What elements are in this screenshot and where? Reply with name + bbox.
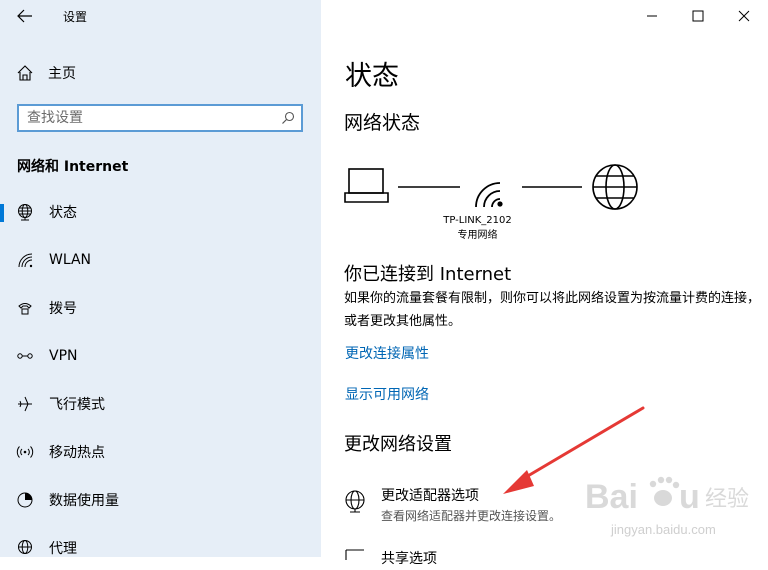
globe-icon <box>16 539 34 557</box>
page-title: 状态 <box>345 61 399 92</box>
sidebar-item-label: 飞行模式 <box>49 397 105 413</box>
sidebar-item-label: WLAN <box>49 252 92 268</box>
sidebar-item-label: 代理 <box>49 541 77 557</box>
minimize-icon[interactable] <box>629 2 675 30</box>
sidebar-item-proxy[interactable]: 代理 <box>0 528 321 568</box>
sidebar-item-airplane-mode[interactable]: 飞行模式 <box>0 384 321 424</box>
watermark-brand: u <box>679 478 700 516</box>
sidebar-item-status[interactable]: 状态 <box>0 192 321 232</box>
connection-status-description: 如果你的流量套餐有限制，则你可以将此网络设置为按流量计费的连接，或者更改其他属性… <box>344 291 761 329</box>
adapter-icon <box>345 490 365 513</box>
vpn-icon <box>16 347 34 365</box>
option-label: 更改适配器选项 <box>381 488 479 504</box>
dialup-icon <box>16 299 34 317</box>
hotspot-icon <box>16 443 34 461</box>
search-box[interactable] <box>17 104 303 132</box>
close-icon[interactable] <box>721 2 767 30</box>
sidebar-item-label: VPN <box>49 348 78 364</box>
paw-icon <box>649 476 680 506</box>
window-title: 设置 <box>63 10 88 24</box>
network-status-heading: 网络状态 <box>344 112 421 134</box>
network-name: TP-LINK_2102 <box>443 215 512 226</box>
option-description: 查看网络适配器并更改连接设置。 <box>381 509 562 523</box>
network-type: 专用网络 <box>457 230 498 241</box>
sidebar-item-label: 拨号 <box>49 301 77 317</box>
data-usage-icon <box>16 491 34 509</box>
back-arrow-icon[interactable] <box>14 6 36 26</box>
globe-icon <box>16 203 34 221</box>
sidebar-item-data-usage[interactable]: 数据使用量 <box>0 480 321 520</box>
wifi-signal-icon <box>475 182 503 208</box>
sharing-icon <box>345 549 364 560</box>
sidebar-section-title: 网络和 Internet <box>17 159 129 175</box>
sidebar-item-label: 移动热点 <box>49 445 105 461</box>
airplane-icon <box>16 395 34 413</box>
sidebar-item-dialup[interactable]: 拨号 <box>0 288 321 328</box>
watermark-url: jingyan.baidu.com <box>610 522 716 537</box>
change-connection-properties-link[interactable]: 更改连接属性 <box>345 343 429 363</box>
maximize-icon[interactable] <box>675 2 721 30</box>
show-available-networks-link[interactable]: 显示可用网络 <box>345 384 429 404</box>
wifi-icon <box>16 251 34 269</box>
change-network-settings-heading: 更改网络设置 <box>344 434 452 455</box>
sidebar-item-home[interactable]: 主页 <box>16 62 76 84</box>
connection-status-title: 你已连接到 Internet <box>344 264 512 285</box>
watermark-brand-cn: 经验 <box>705 487 749 512</box>
laptop-icon <box>344 168 389 203</box>
globe-internet-icon <box>592 164 638 210</box>
sidebar-item-vpn[interactable]: VPN <box>0 336 321 376</box>
home-label: 主页 <box>48 66 76 82</box>
sidebar-item-mobile-hotspot[interactable]: 移动热点 <box>0 432 321 472</box>
sidebar-item-wlan[interactable]: WLAN <box>0 240 321 280</box>
sidebar-item-label: 数据使用量 <box>49 493 119 509</box>
home-icon <box>17 65 33 81</box>
search-input[interactable] <box>27 109 267 127</box>
watermark-logo: Bai u 经验 jingyan.baidu.com <box>585 476 749 537</box>
option-label: 共享选项 <box>381 551 437 567</box>
active-indicator <box>0 204 4 222</box>
sidebar-item-label: 状态 <box>49 205 77 221</box>
search-icon[interactable] <box>281 111 295 125</box>
main-panel: 状态 网络状态 TP-LINK_2102 专用网络 你已连接到 Internet… <box>321 0 768 567</box>
network-info: TP-LINK_2102 专用网络 <box>420 213 535 243</box>
watermark-brand: Bai <box>585 478 638 516</box>
sidebar: 设置 主页 网络和 Internet 状态 WLAN 拨号 <box>0 0 321 557</box>
